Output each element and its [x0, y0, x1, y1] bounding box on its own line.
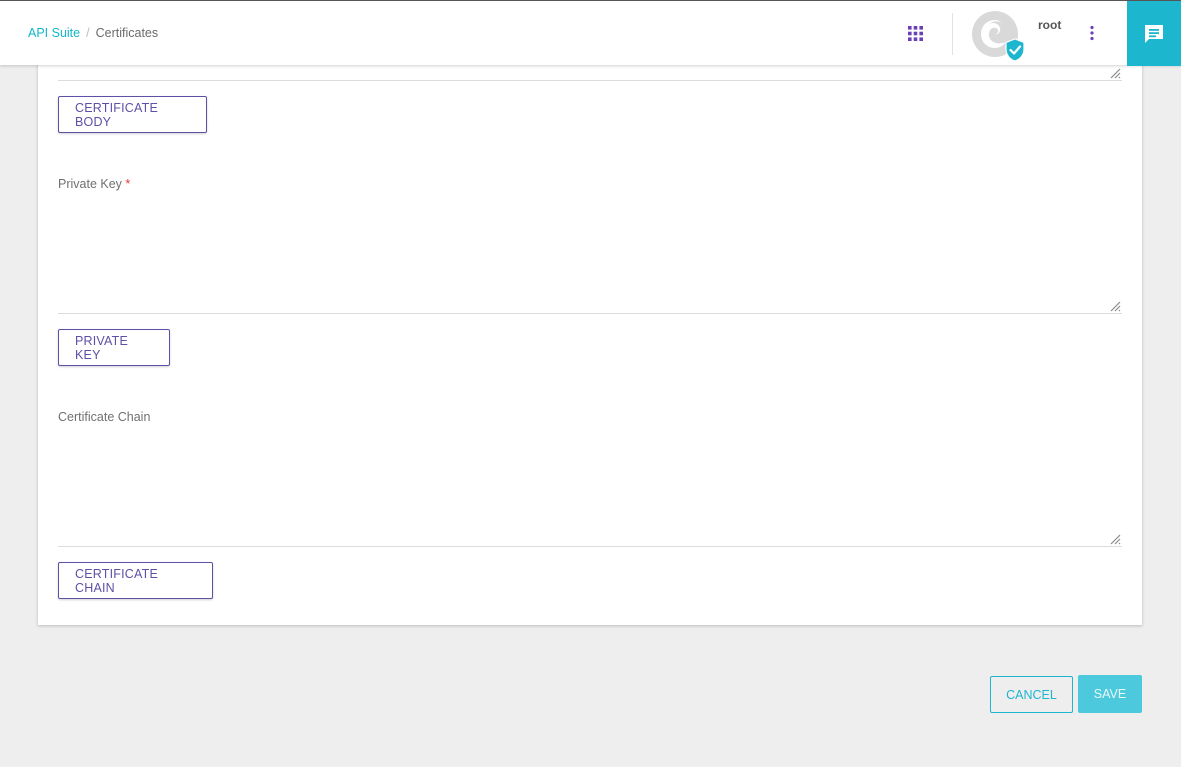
save-button[interactable]: SAVE [1078, 675, 1142, 713]
upload-certificate-chain-button[interactable]: CERTIFICATE CHAIN [58, 562, 213, 599]
certificate-form-card: CERTIFICATE BODY Private Key * PRIVATE K… [38, 40, 1142, 625]
certificate-chain-label: Certificate Chain [58, 410, 151, 424]
breadcrumb-link-api-suite[interactable]: API Suite [28, 26, 80, 40]
certificate-body-underline [58, 80, 1122, 81]
certificate-chain-textarea[interactable] [58, 433, 1126, 547]
private-key-underline [58, 313, 1122, 314]
apps-grid-icon[interactable] [908, 26, 923, 41]
certificate-body-resize-handle[interactable] [1109, 67, 1121, 79]
certificate-chain-underline [58, 546, 1122, 547]
breadcrumb-current-page: Certificates [95, 26, 159, 40]
upload-private-key-button[interactable]: PRIVATE KEY [58, 329, 170, 366]
username: root [1038, 18, 1062, 32]
breadcrumb-separator: / [86, 26, 90, 40]
certificate-chain-resize-handle[interactable] [1109, 533, 1121, 545]
chat-button[interactable] [1127, 1, 1181, 66]
cancel-button[interactable]: CANCEL [990, 676, 1073, 713]
upload-certificate-body-button[interactable]: CERTIFICATE BODY [58, 96, 207, 133]
verified-user-avatar-icon[interactable] [971, 11, 1027, 63]
more-vertical-icon[interactable] [1086, 25, 1098, 41]
breadcrumb: API Suite / Certificates [28, 26, 158, 40]
required-marker: * [125, 177, 131, 191]
chat-icon [1145, 24, 1163, 43]
top-header: API Suite / Certificates root [0, 0, 1181, 66]
header-divider [952, 13, 953, 55]
private-key-textarea[interactable] [58, 200, 1126, 314]
private-key-label-text: Private Key [58, 177, 122, 191]
private-key-label: Private Key * [58, 177, 130, 191]
private-key-resize-handle[interactable] [1109, 300, 1121, 312]
